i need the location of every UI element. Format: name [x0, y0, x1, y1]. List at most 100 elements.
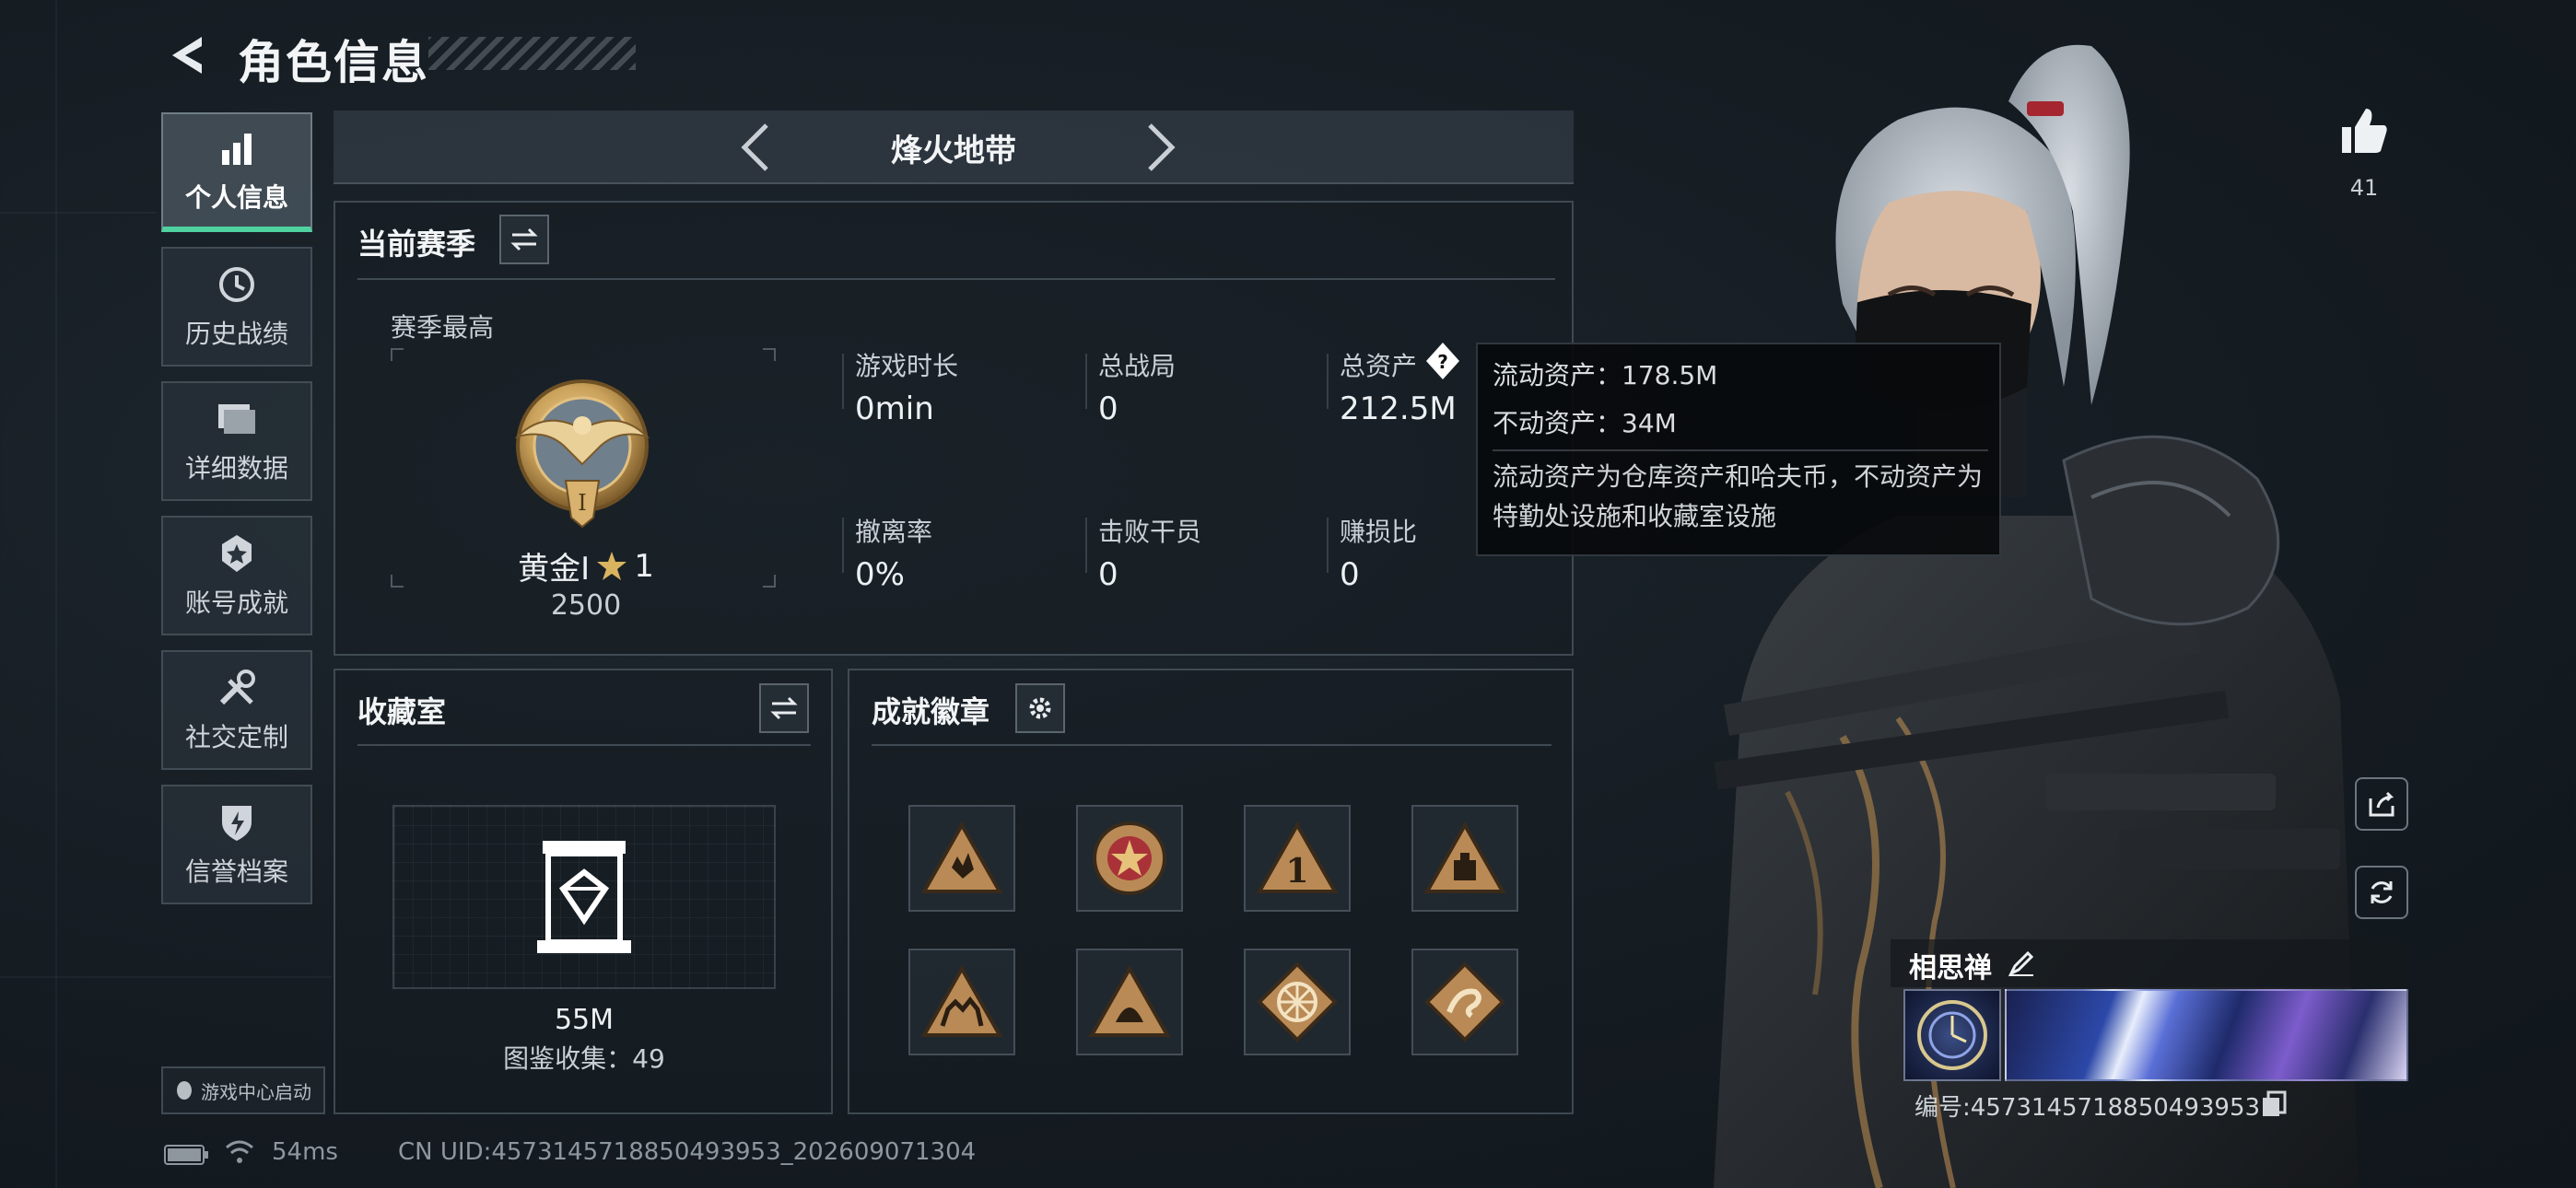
stat-separator: [1085, 518, 1087, 573]
player-id: 编号:4573145718850493953: [1914, 1094, 2261, 1122]
mode-prev-button[interactable]: [728, 118, 783, 177]
divider: [872, 744, 1551, 746]
folder-icon: [215, 397, 259, 441]
frame-corner: [391, 348, 404, 361]
help-icon[interactable]: ?: [1424, 341, 1461, 381]
sidebar-item-history[interactable]: 历史战绩: [161, 247, 312, 367]
stat-separator: [1085, 354, 1087, 409]
collection-count: 图鉴收集：49: [503, 1043, 665, 1074]
refresh-icon: [2371, 881, 2393, 903]
number-one-badge[interactable]: 1: [1244, 805, 1351, 912]
bar-chart-icon: [215, 126, 259, 170]
season-switch-button[interactable]: [499, 215, 549, 264]
gear-icon: [1029, 697, 1051, 719]
box-badge[interactable]: [1411, 805, 1518, 912]
swap-icon: [770, 696, 798, 720]
wheel-badge[interactable]: [1244, 949, 1351, 1055]
sidebar-item-label: 信誉档案: [184, 856, 288, 887]
thumbs-up-icon: [2342, 109, 2387, 153]
title-decoration: [428, 37, 636, 70]
rank-title: 黄金Ⅰ 1: [512, 543, 660, 588]
shield-icon: [215, 800, 259, 844]
sidebar-item-label: 详细数据: [184, 453, 288, 483]
mode-next-button[interactable]: [1133, 118, 1188, 177]
badges-panel-title: 成就徽章: [872, 694, 990, 729]
rank-numeral: I: [578, 490, 586, 516]
game-center-label: 游戏中心启动: [201, 1080, 311, 1103]
sidebar-item-detailed-data[interactable]: 详细数据: [161, 381, 312, 501]
rank-name: 黄金Ⅰ: [518, 551, 591, 588]
season-best-label: 赛季最高: [391, 312, 495, 343]
rank-stars: 1: [634, 547, 654, 585]
page-title: 角色信息: [238, 36, 429, 89]
divider: [357, 278, 1555, 280]
share-button[interactable]: [2355, 777, 2408, 831]
stat-label-matches: 总战局: [1098, 351, 1177, 381]
stat-separator: [842, 354, 844, 409]
stat-value-matches: 0: [1098, 390, 1118, 427]
stat-label-assets: 总资产: [1340, 351, 1418, 381]
sidebar-item-personal-info[interactable]: 个人信息: [161, 112, 312, 232]
player-name: 相思禅: [1909, 952, 1992, 984]
sidebar-item-social[interactable]: 社交定制: [161, 650, 312, 770]
copy-icon[interactable]: [2261, 1090, 2287, 1118]
tools-icon: [215, 666, 259, 710]
game-center-button[interactable]: 游戏中心启动: [161, 1066, 325, 1114]
chevron-right-icon: [1148, 123, 1176, 171]
badges-settings-button[interactable]: [1015, 683, 1065, 733]
tooltip-fixed-assets: 不动资产：34M: [1493, 408, 1677, 438]
swap-icon: [510, 227, 538, 251]
player-avatar[interactable]: [1903, 989, 2001, 1081]
snake-badge[interactable]: [1411, 949, 1518, 1055]
stat-separator: [1327, 354, 1329, 409]
star-icon: [597, 551, 627, 580]
bg-grid-line: [0, 212, 157, 214]
sidebar-item-label: 历史战绩: [184, 319, 288, 349]
stat-value-extract-rate: 0%: [855, 556, 905, 593]
frame-corner: [763, 348, 776, 361]
like-button[interactable]: [2336, 103, 2392, 158]
collection-panel-title: 收藏室: [357, 694, 447, 729]
hand-sign-badge[interactable]: [908, 805, 1015, 912]
uid-text: CN UID:4573145718850493953_202609071304: [398, 1138, 977, 1166]
star-medal-badge[interactable]: [1076, 805, 1183, 912]
display-case-icon: [537, 841, 631, 953]
achievement-icon: [215, 531, 259, 576]
svg-text:1: 1: [1285, 852, 1308, 891]
rank-score: 2500: [550, 589, 622, 622]
sidebar-item-label: 账号成就: [184, 588, 288, 618]
history-icon: [215, 262, 259, 307]
back-arrow-icon: [172, 37, 202, 74]
frame-corner: [763, 575, 776, 588]
svg-text:?: ?: [1437, 351, 1448, 373]
stat-value-kills: 0: [1098, 556, 1118, 593]
stat-value-profit-ratio: 0: [1340, 556, 1360, 593]
sidebar-item-achievements[interactable]: 账号成就: [161, 516, 312, 635]
frame-corner: [391, 575, 404, 588]
rank-emblem: I: [509, 372, 656, 534]
bg-grid-line: [55, 0, 57, 1188]
stat-value-playtime: 0min: [855, 390, 934, 427]
player-banner[interactable]: [2005, 989, 2408, 1081]
tooltip-divider: [1493, 449, 1988, 451]
stat-label-extract-rate: 撤离率: [855, 517, 933, 547]
assets-tooltip: 流动资产：178.5M 不动资产：34M 流动资产为仓库资产和哈夫币，不动资产为…: [1476, 343, 2001, 556]
collection-showcase[interactable]: [392, 805, 776, 989]
back-button[interactable]: [158, 28, 216, 83]
tooltip-liquid-assets: 流动资产：178.5M: [1493, 360, 1718, 390]
ping-text: 54ms: [272, 1138, 338, 1166]
clock-emblem-icon: [1917, 1000, 1987, 1070]
sidebar-item-label: 个人信息: [184, 182, 288, 213]
edit-name-button[interactable]: [2005, 947, 2038, 980]
collection-switch-button[interactable]: [759, 683, 809, 733]
bg-grid-line: [0, 976, 332, 978]
refresh-button[interactable]: [2355, 866, 2408, 919]
camel-badge[interactable]: [908, 949, 1015, 1055]
collection-value: 55M: [554, 1004, 615, 1036]
stat-label-playtime: 游戏时长: [855, 351, 959, 381]
stat-label-profit-ratio: 赚损比: [1340, 517, 1418, 547]
sidebar-item-reputation[interactable]: 信誉档案: [161, 785, 312, 904]
helmet-badge[interactable]: [1076, 949, 1183, 1055]
stat-separator: [842, 518, 844, 573]
mode-title: 烽火地带: [891, 133, 1016, 169]
